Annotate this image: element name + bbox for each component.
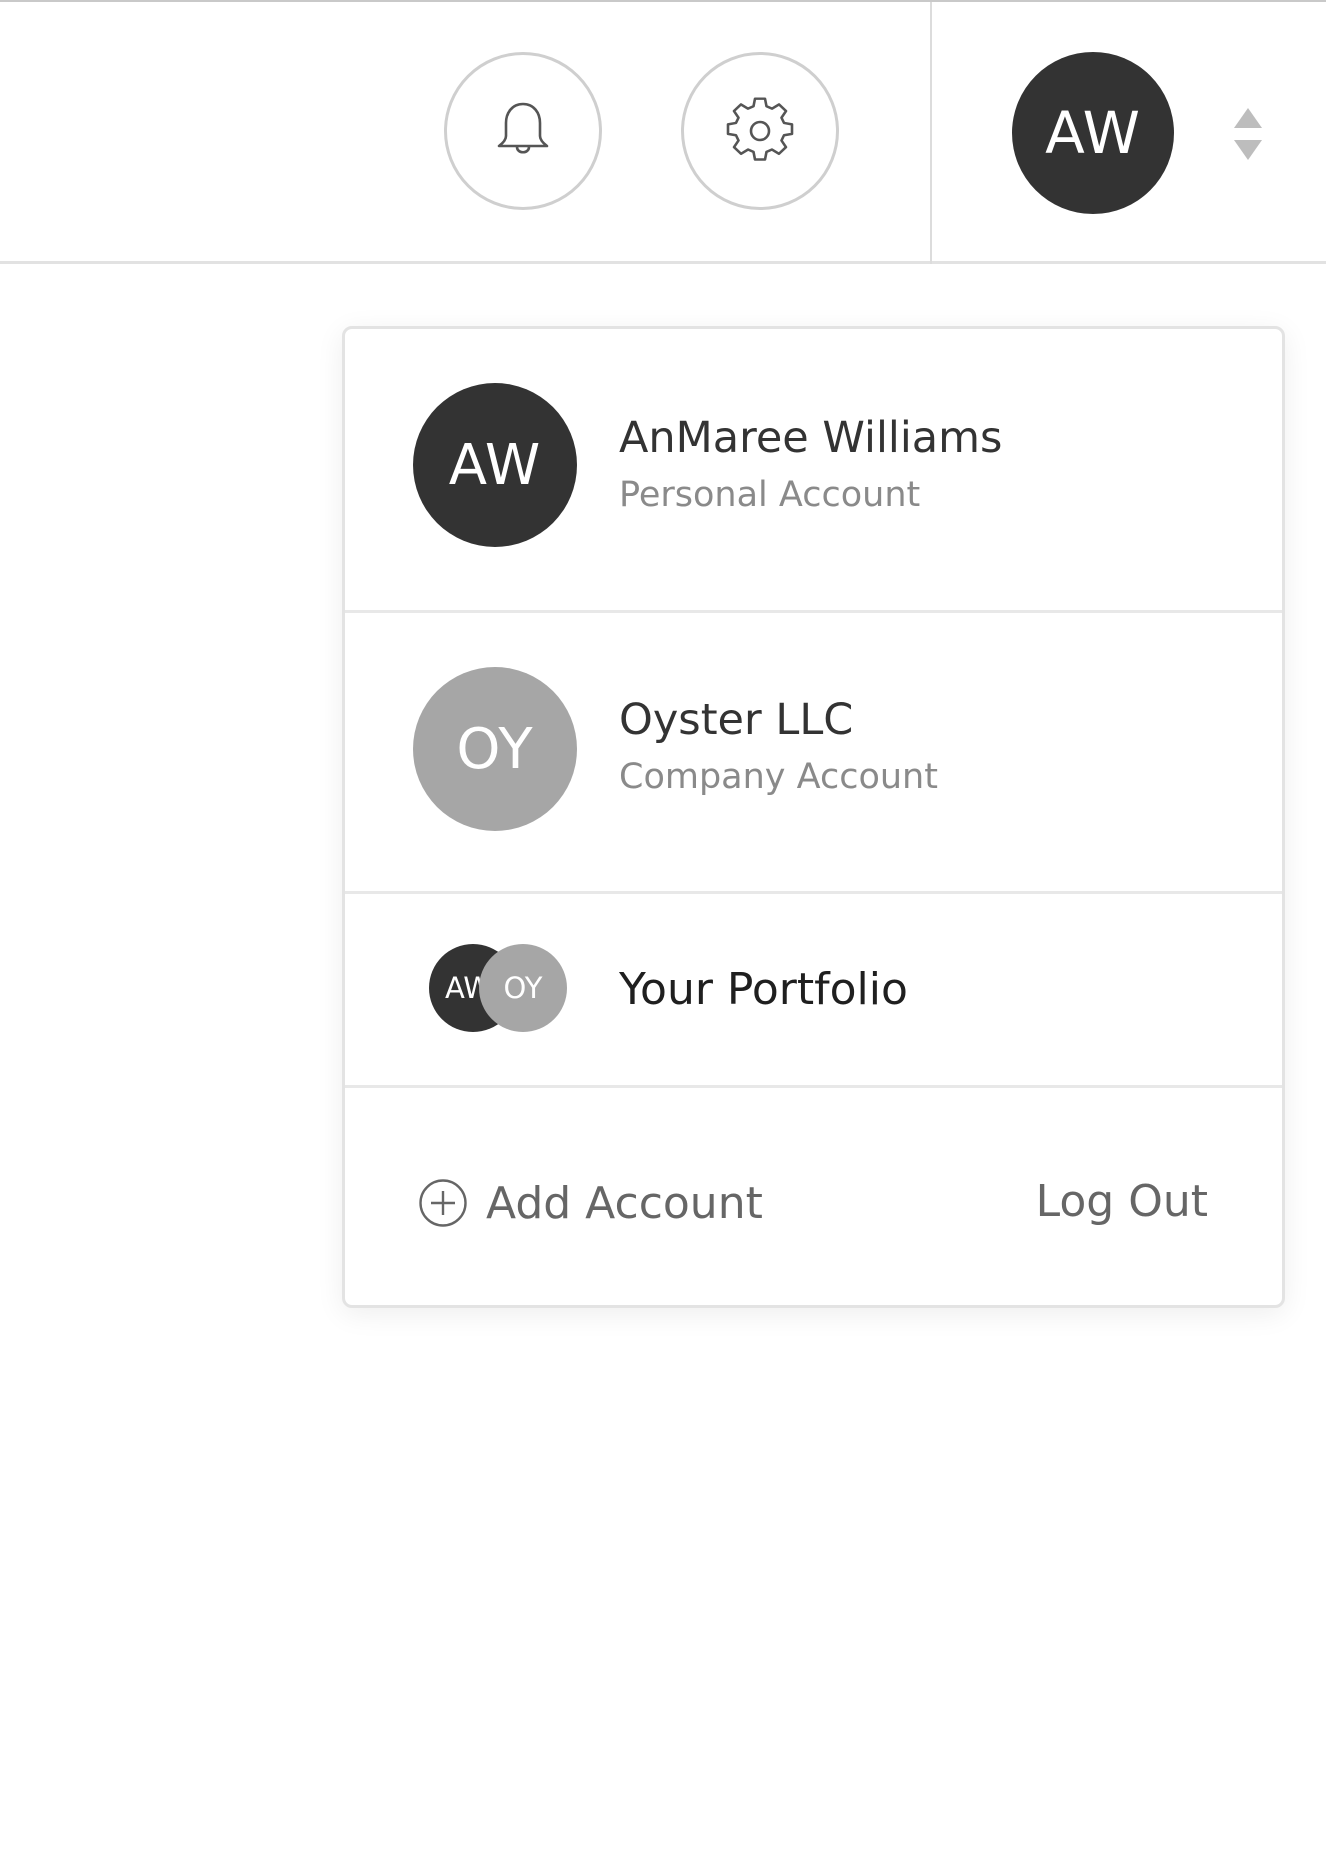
- account-type: Personal Account: [619, 475, 921, 515]
- account-name: Oyster LLC: [619, 695, 854, 745]
- avatar-initials: OY: [456, 716, 534, 782]
- settings-button[interactable]: [681, 52, 839, 210]
- account-type: Company Account: [619, 757, 938, 797]
- notifications-button[interactable]: [444, 52, 602, 210]
- add-account-button[interactable]: Add Account: [418, 1176, 763, 1230]
- user-avatar-initials: AW: [1045, 99, 1141, 167]
- portfolio-row[interactable]: AW OY Your Portfolio: [345, 894, 1282, 1088]
- bell-icon: [497, 102, 549, 154]
- portfolio-avatar-stack: AW OY: [429, 944, 569, 1034]
- account-row-company[interactable]: OY Oyster LLC Company Account: [345, 613, 1282, 894]
- avatar: AW: [413, 383, 577, 547]
- user-avatar[interactable]: AW: [1012, 52, 1174, 214]
- header-divider: [930, 2, 932, 264]
- avatar-initials: AW: [448, 432, 542, 498]
- avatar: OY: [479, 944, 567, 1032]
- gear-icon: [726, 97, 794, 161]
- page: AW AW AnMaree Williams Personal Account …: [0, 0, 1326, 1867]
- dropdown-footer: Add Account Log Out: [345, 1088, 1282, 1305]
- account-row-personal[interactable]: AW AnMaree Williams Personal Account: [345, 329, 1282, 613]
- avatar: OY: [413, 667, 577, 831]
- sort-arrows-icon[interactable]: [1232, 106, 1264, 162]
- top-header: AW: [0, 0, 1326, 264]
- avatar-initials: OY: [503, 971, 543, 1005]
- account-switcher-dropdown: AW AnMaree Williams Personal Account OY …: [342, 326, 1285, 1308]
- account-name: AnMaree Williams: [619, 413, 1003, 463]
- portfolio-label: Your Portfolio: [619, 964, 908, 1015]
- plus-circle-icon: [419, 1179, 467, 1227]
- logout-link[interactable]: Log Out: [1036, 1176, 1208, 1227]
- add-account-label: Add Account: [486, 1177, 763, 1229]
